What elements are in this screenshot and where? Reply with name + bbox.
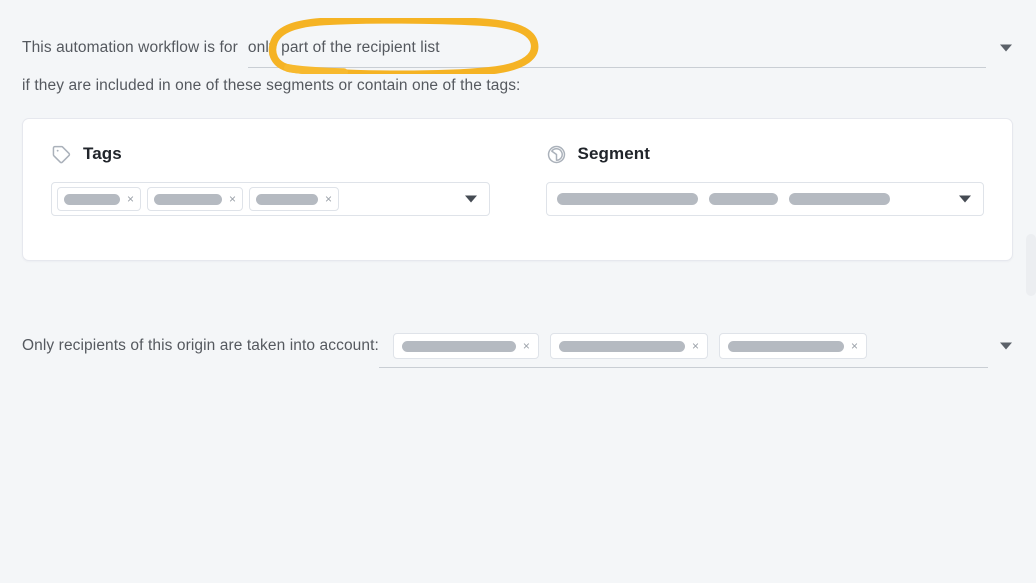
- segment-multiselect[interactable]: [545, 182, 984, 216]
- segment-title: Segment: [577, 144, 650, 163]
- chevron-down-icon[interactable]: [464, 195, 477, 203]
- recipient-scope-selected-value: only part of the recipient list: [247, 39, 440, 56]
- tag-chip[interactable]: ×: [147, 187, 244, 211]
- segment-header: Segment: [546, 141, 985, 167]
- origin-label: Only recipients of this origin are taken…: [22, 337, 379, 354]
- origin-chip[interactable]: ×: [718, 333, 867, 359]
- annotation-underline-stroke: [284, 64, 348, 77]
- recipient-scope-underline: [247, 67, 986, 68]
- tag-chip-label-redacted: [154, 193, 223, 205]
- segment-circle-icon: [546, 144, 567, 165]
- chevron-down-icon[interactable]: [1000, 44, 1012, 52]
- recipient-scope-lead-text: This automation workflow is for: [22, 39, 238, 56]
- segments-tags-helper-text: if they are included in one of these seg…: [22, 77, 521, 94]
- tag-icon: [51, 144, 72, 165]
- remove-origin-icon[interactable]: ×: [523, 340, 530, 352]
- recipient-scope-row: This automation workflow is for only par…: [22, 30, 1012, 68]
- remove-tag-icon[interactable]: ×: [229, 193, 236, 205]
- conditions-card: Tags × × × Segment: [22, 118, 1013, 261]
- tags-column: Tags × × ×: [23, 119, 518, 260]
- tag-chip-label-redacted: [64, 193, 120, 205]
- tag-chip[interactable]: ×: [249, 187, 340, 211]
- chevron-down-icon[interactable]: [1000, 342, 1012, 350]
- segment-value-redacted: [788, 193, 890, 205]
- remove-tag-icon[interactable]: ×: [127, 193, 134, 205]
- vertical-scrollbar-thumb[interactable]: [1026, 234, 1036, 296]
- origin-chip[interactable]: ×: [549, 333, 708, 359]
- origin-underline: [378, 367, 988, 368]
- tags-header: Tags: [51, 141, 490, 167]
- tags-multiselect[interactable]: × × ×: [51, 182, 490, 216]
- vertical-scrollbar-track[interactable]: [1026, 0, 1036, 583]
- origin-chip-label-redacted: [727, 340, 844, 352]
- remove-origin-icon[interactable]: ×: [851, 340, 858, 352]
- segment-value-redacted: [708, 193, 778, 205]
- origin-chip-label-redacted: [558, 340, 685, 352]
- origin-multiselect[interactable]: × × ×: [378, 329, 1012, 368]
- remove-origin-icon[interactable]: ×: [692, 340, 699, 352]
- recipient-scope-select[interactable]: only part of the recipient list: [247, 31, 1012, 68]
- origin-row: Only recipients of this origin are taken…: [22, 326, 1012, 368]
- segment-column: Segment: [518, 119, 1013, 260]
- remove-tag-icon[interactable]: ×: [325, 193, 332, 205]
- segment-value-redacted: [556, 193, 698, 205]
- tag-chip-label-redacted: [256, 193, 319, 205]
- tags-title: Tags: [83, 144, 122, 163]
- origin-chip-label-redacted: [401, 340, 516, 352]
- origin-chip[interactable]: ×: [392, 333, 539, 359]
- automation-workflow-settings-page: This automation workflow is for only par…: [0, 0, 1036, 583]
- tag-chip[interactable]: ×: [57, 187, 142, 211]
- chevron-down-icon[interactable]: [959, 195, 971, 203]
